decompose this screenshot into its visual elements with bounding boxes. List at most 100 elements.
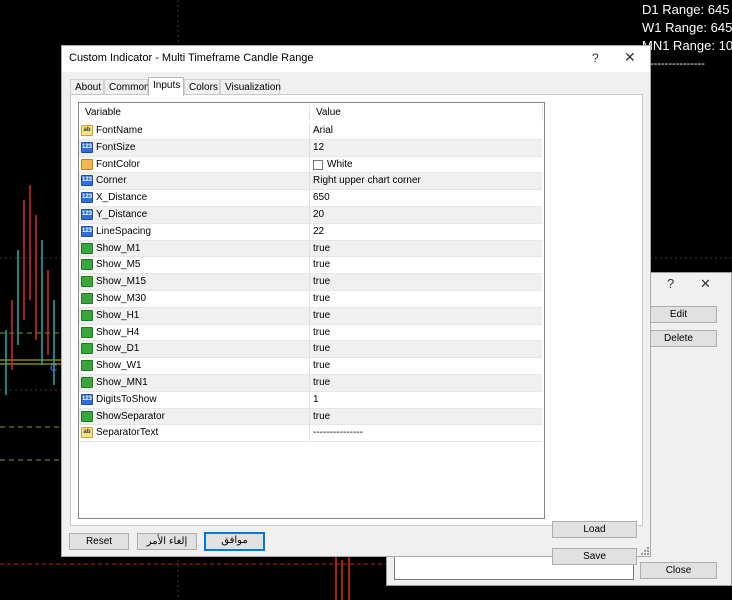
help-icon[interactable]: ?	[667, 276, 674, 291]
custom-indicator-dialog: Custom Indicator - Multi Timeframe Candl…	[61, 45, 651, 565]
variable-value[interactable]: 1	[313, 392, 319, 408]
cell-divider	[309, 156, 310, 173]
variable-value[interactable]: true	[313, 409, 330, 425]
input-row-show-d1[interactable]: Show_D1 true	[79, 341, 542, 359]
boolean-type-icon	[81, 377, 93, 388]
load-button[interactable]: Load	[552, 521, 637, 538]
edit-button[interactable]: Edit	[640, 306, 717, 323]
variable-value[interactable]: true	[313, 308, 330, 324]
type-icon-text: ab	[83, 127, 91, 133]
close-icon[interactable]: ✕	[624, 49, 636, 66]
variable-name: FontColor	[96, 158, 140, 170]
variable-value[interactable]: White	[327, 157, 353, 173]
boolean-type-icon	[81, 410, 93, 422]
variable-value[interactable]: ---------------	[313, 425, 363, 441]
color-swatch[interactable]	[313, 159, 323, 170]
variable-value[interactable]: 20	[313, 207, 324, 223]
tab-inputs[interactable]: Inputs	[148, 77, 184, 96]
column-divider[interactable]	[542, 105, 543, 121]
type-icon-text: 123	[82, 395, 93, 402]
integer-type-icon: 123	[81, 209, 93, 220]
cell-divider	[309, 274, 310, 291]
cell-divider	[309, 425, 310, 442]
close-button[interactable]: Close	[640, 562, 717, 579]
input-row-show-m5[interactable]: Show_M5 true	[79, 257, 542, 275]
tab-common[interactable]: Common	[104, 79, 150, 95]
dialog-titlebar[interactable]: Custom Indicator - Multi Timeframe Candl…	[62, 46, 650, 72]
input-row-showseparator[interactable]: ShowSeparator true	[79, 408, 542, 426]
cancel-button[interactable]: إلغاء الأمر	[137, 533, 197, 550]
input-row-separatortext[interactable]: ab SeparatorText ---------------	[79, 425, 542, 443]
input-row-x-distance[interactable]: 123 X_Distance 650	[79, 190, 542, 207]
color-type-icon	[81, 158, 93, 170]
delete-button[interactable]: Delete	[640, 330, 717, 347]
type-icon-text: 123	[82, 194, 93, 201]
variable-value[interactable]: true	[313, 241, 330, 257]
input-row-y-distance[interactable]: 123 Y_Distance 20	[79, 207, 542, 224]
input-row-show-m30[interactable]: Show_M30 true	[79, 291, 542, 308]
boolean-type-icon	[81, 309, 93, 321]
input-row-fontsize[interactable]: 123 FontSize 12	[79, 139, 542, 157]
input-row-fontname[interactable]: ab FontName Arial	[79, 123, 542, 140]
column-divider[interactable]	[309, 105, 310, 121]
variable-value[interactable]: true	[313, 341, 330, 357]
column-header-value[interactable]: Value	[316, 103, 341, 123]
cell-divider	[309, 207, 310, 223]
input-row-digitstoshow[interactable]: 123 DigitsToShow 1	[79, 391, 542, 409]
dialog-title: Custom Indicator - Multi Timeframe Candl…	[69, 52, 314, 64]
variable-value[interactable]: 650	[313, 190, 330, 206]
tab-about[interactable]: About	[70, 79, 104, 95]
tab-colors[interactable]: Colors	[184, 79, 220, 95]
variable-value[interactable]: Right upper chart corner	[313, 173, 421, 189]
input-row-fontcolor[interactable]: FontColor White	[79, 156, 542, 174]
variable-value[interactable]: true	[313, 291, 330, 307]
variable-name: Show_M5	[96, 259, 141, 271]
save-button[interactable]: Save	[552, 548, 637, 565]
variable-value[interactable]: true	[313, 325, 330, 341]
input-row-corner[interactable]: 123 Corner Right upper chart corner	[79, 173, 542, 191]
resize-grip-icon[interactable]	[640, 546, 650, 556]
variable-value[interactable]: true	[313, 274, 330, 290]
input-row-show-w1[interactable]: Show_W1 true	[79, 358, 542, 375]
input-row-show-m1[interactable]: Show_M1 true	[79, 240, 542, 258]
variable-name: Show_H1	[96, 309, 140, 321]
variable-name: Show_W1	[96, 360, 142, 372]
variable-name: Show_MN1	[96, 377, 148, 388]
range-info-separator: ---------------	[650, 58, 705, 70]
cell-divider	[309, 375, 310, 391]
cell-divider	[309, 223, 310, 240]
variable-value[interactable]: Arial	[313, 123, 333, 139]
string-type-icon: ab	[81, 427, 93, 439]
variable-value[interactable]: true	[313, 375, 330, 391]
inputs-grid[interactable]: Variable Value ab FontName Arial 123 FontSiz…	[78, 102, 545, 519]
close-icon[interactable]: ✕	[700, 276, 711, 292]
cell-divider	[309, 123, 310, 139]
variable-name: FontName	[96, 125, 143, 136]
variable-name: Show_M1	[96, 242, 141, 254]
variable-value[interactable]: 12	[313, 140, 324, 156]
cell-divider	[309, 190, 310, 207]
help-icon[interactable]: ?	[592, 51, 599, 65]
cell-divider	[309, 307, 310, 324]
variable-value[interactable]: true	[313, 257, 330, 273]
svg-text:C: C	[50, 363, 57, 374]
variable-value[interactable]: true	[313, 358, 330, 374]
inputs-panel: Variable Value ab FontName Arial 123 FontSiz…	[70, 94, 643, 565]
boolean-type-icon	[81, 360, 93, 372]
boolean-type-icon	[81, 326, 93, 338]
reset-button[interactable]: Reset	[69, 533, 129, 550]
variable-name: FontSize	[96, 141, 136, 153]
ok-button[interactable]: موافق	[204, 532, 265, 551]
variable-value[interactable]: 22	[313, 224, 324, 240]
input-row-show-h1[interactable]: Show_H1 true	[79, 307, 542, 325]
column-header-variable[interactable]: Variable	[85, 103, 121, 123]
input-row-show-mn1[interactable]: Show_MN1 true	[79, 375, 542, 392]
tab-visualization[interactable]: Visualization	[220, 79, 281, 95]
input-row-show-m15[interactable]: Show_M15 true	[79, 274, 542, 291]
input-row-show-h4[interactable]: Show_H4 true	[79, 324, 542, 342]
input-row-linespacing[interactable]: 123 LineSpacing 22	[79, 223, 542, 241]
grid-header: Variable Value	[79, 103, 544, 123]
integer-type-icon: 123	[81, 393, 93, 405]
boolean-type-icon	[81, 242, 93, 254]
variable-name: Corner	[96, 175, 127, 187]
